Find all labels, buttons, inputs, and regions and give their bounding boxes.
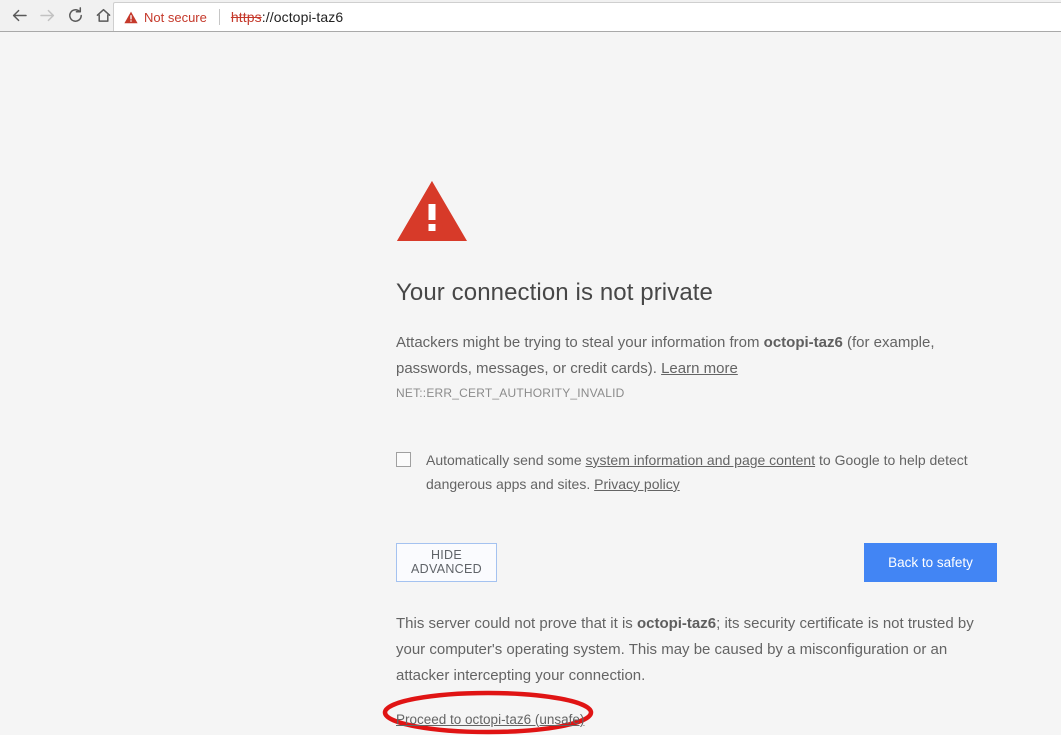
- omnibox-separator: [218, 9, 220, 25]
- description-prefix: Attackers might be trying to steal your …: [396, 333, 764, 351]
- system-information-link[interactable]: system information and page content: [586, 452, 816, 468]
- arrow-right-icon: [38, 6, 57, 25]
- send-report-checkbox[interactable]: [396, 451, 411, 467]
- arrow-left-icon: [10, 6, 29, 25]
- reload-icon: [66, 6, 85, 25]
- learn-more-link[interactable]: Learn more: [661, 360, 738, 377]
- security-status-label: Not secure: [144, 9, 207, 25]
- opt-in-row: Automatically send some system informati…: [396, 448, 997, 496]
- url-host: ://octopi-taz6: [261, 9, 344, 25]
- interstitial-content: Your connection is not private Attackers…: [382, 32, 997, 735]
- ssl-interstitial-page: Your connection is not private Attackers…: [0, 32, 1061, 735]
- home-icon: [94, 6, 113, 25]
- back-button[interactable]: [5, 2, 33, 30]
- opt-in-text-prefix: Automatically send some: [426, 451, 586, 468]
- security-status-chip[interactable]: Not secure: [124, 10, 207, 25]
- error-code: NET::ERR_CERT_AUTHORITY_INVALID: [396, 385, 625, 400]
- reload-button[interactable]: [61, 2, 89, 30]
- proceed-unsafe-link[interactable]: Proceed to octopi-taz6 (unsafe): [396, 712, 584, 727]
- proceed-link-wrapper: Proceed to octopi-taz6 (unsafe): [382, 690, 997, 735]
- advanced-panel: This server could not prove that it is o…: [382, 611, 997, 735]
- url-text[interactable]: https://octopi-taz6: [231, 9, 343, 25]
- page-title: Your connection is not private: [396, 279, 713, 306]
- warning-triangle-icon: [124, 11, 138, 24]
- privacy-policy-link[interactable]: Privacy policy: [594, 476, 680, 492]
- advanced-explanation: This server could not prove that it is o…: [396, 611, 997, 689]
- url-scheme: https: [230, 9, 262, 25]
- back-to-safety-button[interactable]: Back to safety: [864, 542, 997, 582]
- description-host: octopi-taz6: [763, 333, 843, 351]
- interstitial-description: Attackers might be trying to steal your …: [396, 330, 997, 382]
- address-bar[interactable]: Not secure https://octopi-taz6: [113, 2, 1061, 31]
- browser-toolbar: Not secure https://octopi-taz6: [0, 0, 1061, 32]
- forward-button[interactable]: [33, 2, 61, 30]
- hide-advanced-button[interactable]: HIDE ADVANCED: [396, 542, 497, 582]
- warning-triangle-icon: [396, 179, 468, 243]
- advanced-host: octopi-taz6: [636, 614, 717, 632]
- advanced-text-prefix: This server could not prove that it is: [396, 614, 637, 632]
- opt-in-label: Automatically send some system informati…: [426, 448, 968, 496]
- button-row: HIDE ADVANCED Back to safety: [396, 542, 997, 582]
